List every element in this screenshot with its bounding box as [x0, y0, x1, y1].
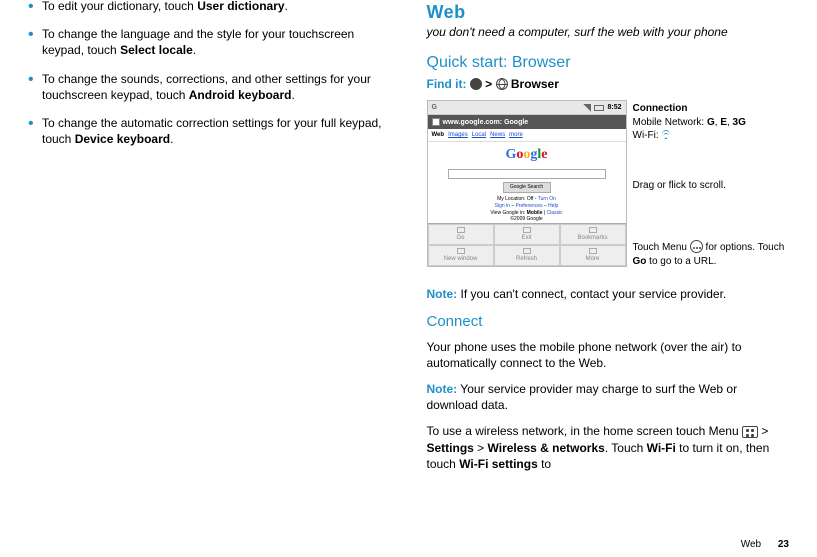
- menu-new-window: New window: [428, 245, 494, 266]
- google-tabs: Web Images Local News more: [428, 129, 626, 142]
- bullet-item: To change the automatic correction setti…: [28, 115, 391, 147]
- menu-go: Go: [428, 224, 494, 245]
- text: .: [193, 43, 196, 57]
- term-select-locale: Select locale: [120, 43, 193, 57]
- footer-section: Web: [741, 539, 761, 550]
- section-title: Web: [427, 0, 790, 24]
- section-tagline: you don't need a computer, surf the web …: [427, 24, 790, 40]
- copyright-line: ©2009 Google: [428, 216, 626, 223]
- url-text: www.google.com: Google: [443, 118, 529, 127]
- page-number: 23: [778, 539, 789, 550]
- signal-type: G: [432, 103, 437, 112]
- note-paragraph: Note: Your service provider may charge t…: [427, 381, 790, 413]
- tab-images: Images: [448, 131, 468, 139]
- annotation-title: Connection: [633, 102, 790, 116]
- separator: >: [482, 77, 496, 91]
- text: .: [291, 88, 294, 102]
- left-column: To edit your dictionary, touch User dict…: [0, 0, 409, 557]
- term-device-keyboard: Device keyboard: [75, 132, 170, 146]
- text: .: [170, 132, 173, 146]
- browser-diagram: G 8:52 www.google.com: Google Web Images…: [427, 100, 790, 276]
- browser-menu-panel: Go Exit Bookmarks New window Refresh Mor…: [428, 223, 626, 266]
- location-line: My Location: Off - Turn On: [428, 196, 626, 203]
- search-box: [448, 169, 606, 179]
- menu-refresh: Refresh: [494, 245, 560, 266]
- page-footer: Web 23: [741, 538, 789, 552]
- tab-news: News: [490, 131, 505, 139]
- term-user-dictionary: User dictionary: [197, 0, 284, 13]
- signal-icon: [583, 104, 591, 112]
- note-paragraph: Note: If you can't connect, contact your…: [427, 286, 790, 302]
- status-bar: G 8:52: [428, 101, 626, 115]
- more-icon: [589, 248, 597, 254]
- text: .: [285, 0, 288, 13]
- connect-paragraph: Your phone uses the mobile phone network…: [427, 339, 790, 371]
- note-label: Note:: [427, 287, 458, 301]
- url-bar: www.google.com: Google: [428, 115, 626, 129]
- annotation-line: Mobile Network: G, E, 3G: [633, 116, 790, 130]
- home-icon: [470, 78, 482, 90]
- quickstart-heading: Quick start: Browser: [427, 52, 790, 74]
- text: To edit your dictionary, touch: [42, 0, 197, 13]
- bookmarks-icon: [589, 227, 597, 233]
- note-label: Note:: [427, 382, 458, 396]
- wifi-icon: [661, 131, 671, 139]
- wifi-paragraph: To use a wireless network, in the home s…: [427, 423, 790, 472]
- battery-icon: [594, 105, 604, 111]
- phone-mockup: G 8:52 www.google.com: Google Web Images…: [427, 100, 627, 267]
- newwindow-icon: [457, 248, 465, 254]
- clock: 8:52: [607, 103, 621, 112]
- search-button: Google Search: [503, 182, 551, 193]
- bullet-item: To edit your dictionary, touch User dict…: [28, 0, 391, 14]
- tab-local: Local: [472, 131, 486, 139]
- refresh-icon: [523, 248, 531, 254]
- note-body: Your service provider may charge to surf…: [427, 382, 738, 412]
- favicon-icon: [432, 118, 440, 126]
- tab-web: Web: [432, 131, 445, 139]
- annotation-connection: Connection Mobile Network: G, E, 3G Wi-F…: [633, 102, 790, 143]
- exit-icon: [523, 227, 531, 233]
- menu-bookmarks: Bookmarks: [560, 224, 626, 245]
- menu-more: More: [560, 245, 626, 266]
- bullet-item: To change the sounds, corrections, and o…: [28, 71, 391, 103]
- signin-line: Sign in – Preferences – Help: [428, 203, 626, 210]
- bullet-item: To change the language and the style for…: [28, 26, 391, 58]
- go-icon: [457, 227, 465, 233]
- menu-icon: [690, 240, 703, 253]
- google-logo: Google: [428, 142, 626, 169]
- term-android-keyboard: Android keyboard: [189, 88, 292, 102]
- tab-more: more: [509, 131, 523, 139]
- diagram-annotations: Connection Mobile Network: G, E, 3G Wi-F…: [633, 100, 790, 276]
- right-column: Web you don't need a computer, surf the …: [409, 0, 817, 557]
- annotation-menu: Touch Menu for options. Touch Go to go t…: [633, 240, 790, 268]
- menu-box-icon: [742, 426, 758, 438]
- text: To change the language and the style for…: [42, 27, 354, 57]
- browser-icon: [496, 78, 508, 90]
- annotation-line: Wi-Fi:: [633, 129, 790, 143]
- annotation-drag: Drag or flick to scroll.: [633, 179, 790, 193]
- find-it-target: Browser: [511, 77, 559, 91]
- find-it-path: Find it: > Browser: [427, 76, 790, 92]
- bullet-list: To edit your dictionary, touch User dict…: [28, 0, 391, 147]
- connect-heading: Connect: [427, 312, 790, 332]
- note-body: If you can't connect, contact your servi…: [457, 287, 726, 301]
- menu-exit: Exit: [494, 224, 560, 245]
- find-it-label: Find it:: [427, 77, 467, 91]
